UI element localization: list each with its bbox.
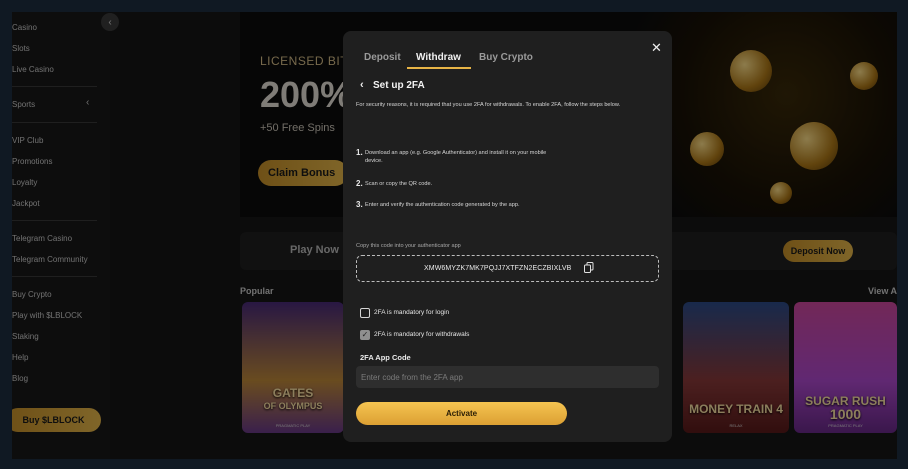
tab-deposit[interactable]: Deposit: [364, 52, 401, 63]
secret-code-box[interactable]: XMW6MYZK7MK7PQJJ7XTFZN2ECZBIXLVB: [356, 255, 659, 282]
login-2fa-label: 2FA is mandatory for login: [374, 309, 450, 316]
close-icon[interactable]: ✕: [651, 40, 662, 56]
step-number: 3.: [356, 200, 363, 209]
step-text: Scan or copy the QR code.: [365, 181, 433, 187]
tab-buy-crypto[interactable]: Buy Crypto: [479, 52, 533, 63]
step-item: 1. Download an app (e.g. Google Authenti…: [356, 149, 576, 169]
withdrawals-2fa-checkbox[interactable]: ✓: [360, 330, 370, 340]
step-item: 2. Scan or copy the QR code.: [356, 180, 576, 192]
wallet-modal: Deposit Withdraw Buy Crypto ✕ ‹ Set up 2…: [343, 31, 672, 442]
tab-withdraw[interactable]: Withdraw: [416, 52, 461, 63]
active-tab-indicator: [407, 67, 471, 69]
withdrawals-2fa-label: 2FA is mandatory for withdrawals: [374, 331, 470, 338]
intro-text: For security reasons, it is required tha…: [356, 102, 621, 108]
app-code-input[interactable]: [356, 366, 659, 388]
copy-code-label: Copy this code into your authenticator a…: [356, 243, 461, 249]
login-2fa-checkbox[interactable]: [360, 308, 370, 318]
secret-code[interactable]: XMW6MYZK7MK7PQJJ7XTFZN2ECZBIXLVB: [424, 265, 571, 272]
activate-button[interactable]: Activate: [356, 402, 567, 425]
step-number: 1.: [356, 148, 363, 157]
step-text: Enter and verify the authentication code…: [365, 202, 520, 208]
step-item: 3. Enter and verify the authentication c…: [356, 201, 576, 221]
setup-2fa-title: Set up 2FA: [373, 80, 425, 91]
copy-icon[interactable]: [584, 262, 594, 273]
app-code-label: 2FA App Code: [360, 353, 411, 362]
app-frame: Casino Slots Live Casino Sports ‹ VIP Cl…: [12, 12, 897, 459]
step-number: 2.: [356, 179, 363, 188]
back-icon[interactable]: ‹: [360, 79, 364, 91]
step-text: Download an app (e.g. Google Authenticat…: [365, 150, 547, 164]
